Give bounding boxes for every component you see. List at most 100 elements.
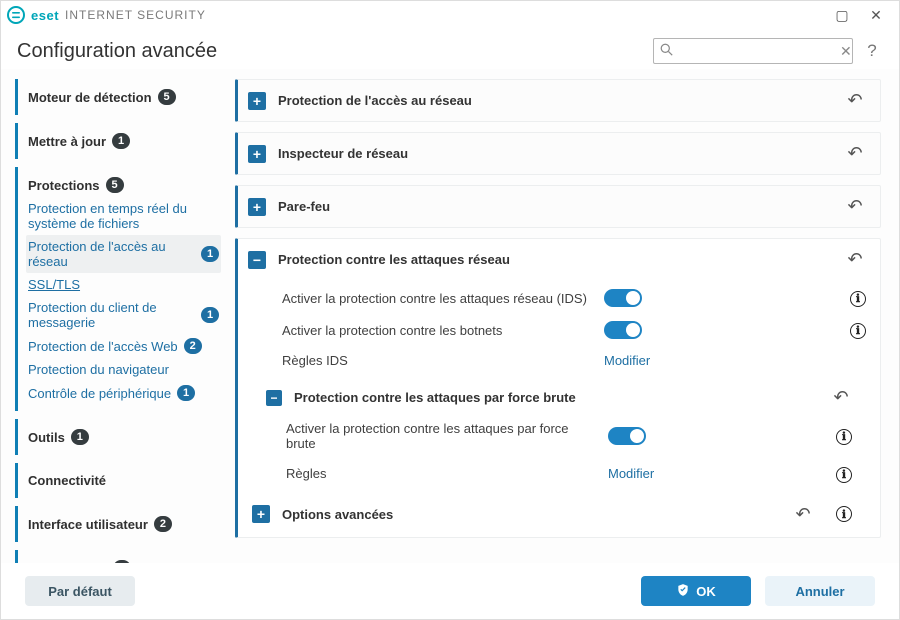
count-badge: 1 [201,307,219,323]
collapse-icon: − [266,390,282,406]
panel-body: Activer la protection contre les attaque… [238,280,880,537]
close-icon: ✕ [870,7,882,24]
panel-network-inspector: + Inspecteur de réseau ↶ [235,132,881,175]
count-badge: 1 [71,429,89,445]
reset-button[interactable]: ↶ [844,196,866,217]
panel-header[interactable]: − Protection contre les attaques réseau … [238,239,880,280]
subpanel-bruteforce: − Protection contre les attaques par for… [256,375,866,496]
panel-header[interactable]: + Pare-feu ↶ [238,186,880,227]
count-badge: 1 [177,385,195,401]
edit-link[interactable]: Modifier [608,466,654,481]
toggle-bruteforce[interactable] [608,427,646,445]
search-icon [660,43,673,59]
button-label: Par défaut [48,584,112,599]
undo-icon: ↶ [847,249,862,269]
subpanel-advanced-header[interactable]: + Options avancées ↶ [252,496,866,527]
sidebar-item-browser[interactable]: Protection du navigateur [26,358,221,381]
sidebar-label: Protections [28,178,100,193]
eset-logo-icon [7,6,25,24]
reset-button[interactable]: ↶ [792,504,814,525]
square-icon: ▢ [835,7,848,24]
toggle-ids[interactable] [604,289,642,307]
sidebar-item-detection[interactable]: Moteur de détection 5 [26,85,221,109]
sidebar-item-notifications[interactable]: Notifications 5 [26,556,221,563]
sidebar-label: Protection en temps réel du système de f… [28,201,219,231]
reset-button[interactable]: ↶ [844,90,866,111]
sidebar-item-web[interactable]: Protection de l'accès Web 2 [26,334,221,358]
panel-title: Protection de l'accès au réseau [278,93,832,108]
sidebar-label: SSL/TLS [28,277,80,292]
brand-name: eset [31,8,59,23]
undo-icon: ↶ [833,387,848,407]
panel-network-access: + Protection de l'accès au réseau ↶ [235,79,881,122]
titlebar: eset INTERNET SECURITY ▢ ✕ [1,1,899,29]
expand-icon: + [252,505,270,523]
info-icon[interactable] [836,467,852,483]
ok-button[interactable]: OK [641,576,751,606]
reset-button[interactable]: ↶ [844,143,866,164]
footer: Par défaut OK Annuler [1,563,899,619]
sidebar: Moteur de détection 5 Mettre à jour 1 Pr… [15,79,227,563]
sidebar-label: Protection du navigateur [28,362,169,377]
reset-button[interactable]: ↶ [830,387,852,408]
window-close-button[interactable]: ✕ [859,4,893,26]
panel-firewall: + Pare-feu ↶ [235,185,881,228]
row-ids-rules: Règles IDS Modifier [282,346,866,375]
undo-icon: ↶ [847,143,862,163]
setting-label: Activer la protection contre les botnets [282,323,592,338]
sidebar-item-update[interactable]: Mettre à jour 1 [26,129,221,153]
search-box[interactable]: ✕ [653,38,853,64]
expand-icon: + [248,145,266,163]
clear-search-icon[interactable]: ✕ [840,43,852,60]
sidebar-label: Contrôle de périphérique [28,386,171,401]
search-input[interactable] [679,44,834,58]
info-icon[interactable] [836,429,852,445]
button-label: OK [696,584,716,599]
undo-icon: ↶ [847,90,862,110]
subpanel-header[interactable]: − Protection contre les attaques par for… [256,379,866,414]
setting-label: Activer la protection contre les attaque… [286,421,596,451]
count-badge: 5 [158,89,176,105]
subpanel-body: Activer la protection contre les attaque… [256,414,866,496]
sidebar-label: Interface utilisateur [28,517,148,532]
edit-link[interactable]: Modifier [604,353,650,368]
button-label: Annuler [795,584,844,599]
sidebar-item-protections[interactable]: Protections 5 [26,173,221,197]
count-badge: 1 [201,246,219,262]
expand-icon: + [248,198,266,216]
cancel-button[interactable]: Annuler [765,576,875,606]
app-logo: eset INTERNET SECURITY [7,6,206,24]
info-icon[interactable] [850,323,866,339]
sidebar-group-connectivity: Connectivité [15,463,227,498]
content-area: + Protection de l'accès au réseau ↶ + In… [235,79,885,563]
subpanel-title: Options avancées [282,507,780,522]
shield-check-icon [676,583,690,600]
info-icon[interactable] [850,291,866,307]
count-badge: 5 [106,177,124,193]
sidebar-item-tools[interactable]: Outils 1 [26,425,221,449]
sidebar-item-ssl[interactable]: SSL/TLS [26,273,221,296]
panel-network-attacks: − Protection contre les attaques réseau … [235,238,881,538]
sidebar-group-tools: Outils 1 [15,419,227,455]
sidebar-item-realtime[interactable]: Protection en temps réel du système de f… [26,197,221,235]
window-maximize-button[interactable]: ▢ [825,4,859,26]
info-icon[interactable] [836,506,852,522]
reset-button[interactable]: ↶ [844,249,866,270]
panel-header[interactable]: + Protection de l'accès au réseau ↶ [238,80,880,121]
help-button[interactable]: ? [861,41,883,61]
toggle-botnet[interactable] [604,321,642,339]
count-badge: 2 [154,516,172,532]
sidebar-group-update: Mettre à jour 1 [15,123,227,159]
sidebar-item-network-access[interactable]: Protection de l'accès au réseau 1 [26,235,221,273]
sidebar-item-ui[interactable]: Interface utilisateur 2 [26,512,221,536]
sidebar-item-device[interactable]: Contrôle de périphérique 1 [26,381,221,405]
panel-title: Inspecteur de réseau [278,146,832,161]
sidebar-label: Protection de l'accès Web [28,339,178,354]
sidebar-item-mail[interactable]: Protection du client de messagerie 1 [26,296,221,334]
panel-title: Pare-feu [278,199,832,214]
default-button[interactable]: Par défaut [25,576,135,606]
undo-icon: ↶ [795,504,810,524]
panel-header[interactable]: + Inspecteur de réseau ↶ [238,133,880,174]
setting-label: Règles IDS [282,353,592,368]
sidebar-item-connectivity[interactable]: Connectivité [26,469,221,492]
